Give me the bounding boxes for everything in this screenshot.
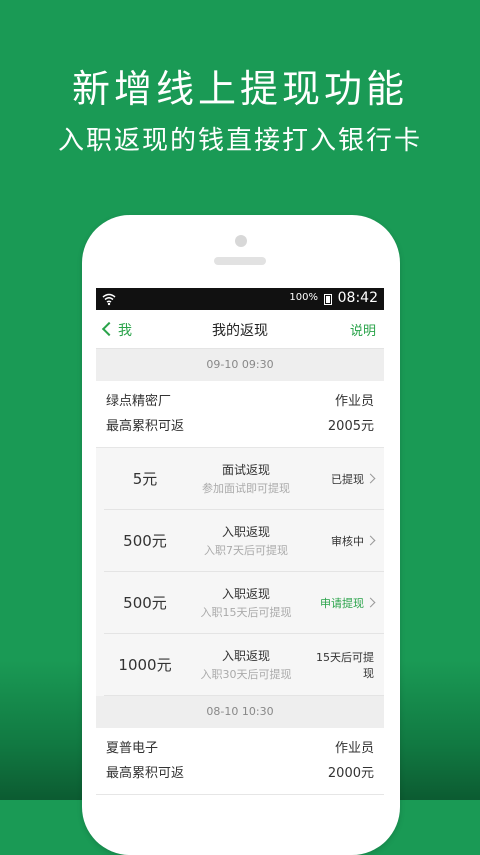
cashback-item[interactable]: 1000元 入职返现 入职30天后可提现 15天后可提现 (104, 634, 384, 696)
cashback-condition: 参加面试即可提现 (202, 482, 290, 495)
hero-title: 新增线上提现功能 (71, 67, 408, 111)
help-button[interactable]: 说明 (350, 320, 376, 339)
cashback-description: 入职返现 入职7天后可提现 (186, 523, 306, 558)
status-text: 15天后可提现 (316, 650, 374, 680)
status-text: 已提现 (331, 472, 364, 486)
battery-icon (324, 294, 332, 305)
cashback-item[interactable]: 500元 入职返现 入职15天后可提现 申请提现 (104, 572, 384, 634)
status-text: 审核中 (331, 534, 364, 548)
cashback-status: 已提现 (306, 471, 384, 487)
battery-percentage: 100% (289, 292, 318, 303)
apply-withdraw-button[interactable]: 申请提现 (306, 595, 384, 611)
cashback-condition: 入职30天后可提现 (200, 668, 292, 681)
phone-camera (235, 235, 247, 247)
job-role: 作业员 (334, 394, 374, 409)
cashback-title: 面试返现 (221, 463, 270, 477)
cashback-title: 入职返现 (221, 525, 270, 539)
cashback-list: 5元 面试返现 参加面试即可提现 已提现 500元 入职返现 入职7天后可提现 … (96, 448, 384, 696)
cashback-description: 入职返现 入职30天后可提现 (186, 647, 306, 682)
cashback-status: 审核中 (306, 533, 384, 549)
cashback-description: 入职返现 入职15天后可提现 (186, 585, 306, 620)
company-name: 绿点精密厂 (106, 394, 172, 409)
status-text: 申请提现 (320, 596, 364, 610)
cashback-item[interactable]: 5元 面试返现 参加面试即可提现 已提现 (104, 448, 384, 510)
phone-speaker (214, 257, 266, 265)
hero-subtitle: 入职返现的钱直接打入银行卡 (57, 126, 422, 156)
job-role: 作业员 (334, 741, 374, 756)
cashback-item[interactable]: 500元 入职返现 入职7天后可提现 审核中 (104, 510, 384, 572)
cashback-status: 15天后可提现 (306, 649, 384, 681)
cashback-description: 面试返现 参加面试即可提现 (186, 461, 306, 496)
max-cashback-label: 最高累积可返 (106, 419, 185, 434)
company-name: 夏普电子 (106, 741, 159, 756)
cashback-amount: 500元 (123, 532, 167, 550)
chevron-right-icon (365, 473, 376, 483)
cashback-condition: 入职7天后可提现 (204, 544, 288, 557)
phone-screen: 100% 08:42 我 我的返现 说明 09-10 09:30 绿点精密厂 作… (96, 288, 384, 800)
company-card[interactable]: 夏普电子 作业员 最高累积可返 2000元 (96, 728, 384, 795)
chevron-right-icon (365, 535, 376, 545)
max-cashback-label: 最高累积可返 (106, 766, 185, 781)
company-card[interactable]: 绿点精密厂 作业员 最高累积可返 2005元 (96, 381, 384, 448)
nav-bar: 我 我的返现 说明 (96, 310, 384, 349)
page-title: 我的返现 (212, 323, 268, 339)
wifi-icon (102, 293, 116, 306)
cashback-amount: 5元 (132, 470, 158, 488)
cashback-title: 入职返现 (221, 587, 270, 601)
cashback-amount: 500元 (123, 594, 167, 612)
cashback-condition: 入职15天后可提现 (200, 606, 292, 619)
status-time: 08:42 (337, 290, 378, 306)
date-header: 08-10 10:30 (96, 696, 384, 728)
chevron-right-icon (365, 597, 376, 607)
max-cashback-value: 2000元 (327, 766, 374, 781)
date-header: 09-10 09:30 (96, 349, 384, 381)
cashback-title: 入职返现 (221, 649, 270, 663)
cashback-amount: 1000元 (118, 656, 172, 674)
max-cashback-value: 2005元 (327, 419, 374, 434)
status-bar: 100% 08:42 (96, 288, 384, 310)
